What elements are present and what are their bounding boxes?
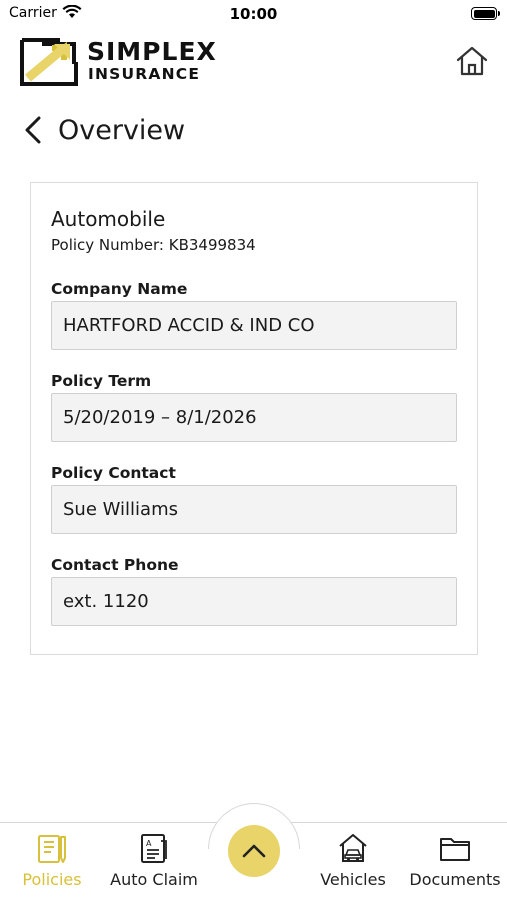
home-icon[interactable] (455, 44, 489, 78)
tab-bar: Policies A Auto Claim Vehicles Documents (0, 803, 507, 900)
company-name-value: HARTFORD ACCID & IND CO (51, 301, 457, 350)
logo-word-insurance: INSURANCE (88, 65, 201, 83)
simplex-logo: SIMPLEX INSURANCE (20, 38, 250, 88)
svg-text:A: A (146, 839, 152, 848)
logo-mark-icon (20, 38, 78, 86)
contact-phone-field: Contact Phone ext. 1120 (51, 555, 457, 626)
policies-icon (38, 835, 66, 863)
tab-policies[interactable]: Policies (2, 831, 102, 889)
tab-label: Vehicles (320, 870, 386, 889)
company-name-field: Company Name HARTFORD ACCID & IND CO (51, 279, 457, 350)
policy-term-field: Policy Term 5/20/2019 – 8/1/2026 (51, 371, 457, 442)
field-label: Contact Phone (51, 556, 179, 574)
field-label: Policy Contact (51, 464, 176, 482)
tab-label: Auto Claim (110, 870, 198, 889)
chevron-left-icon[interactable] (22, 115, 44, 145)
policy-contact-field: Policy Contact Sue Williams (51, 463, 457, 534)
tab-auto-claim[interactable]: A Auto Claim (104, 831, 204, 889)
policy-type: Automobile (51, 207, 166, 231)
vehicles-icon (339, 834, 367, 862)
expand-menu-button[interactable] (228, 825, 280, 877)
auto-claim-icon: A (141, 834, 167, 863)
tab-documents[interactable]: Documents (405, 831, 505, 889)
back-navigation[interactable]: Overview (22, 110, 185, 150)
field-label: Company Name (51, 280, 188, 298)
tab-vehicles[interactable]: Vehicles (303, 831, 403, 889)
contact-phone-value: ext. 1120 (51, 577, 457, 626)
policy-number: Policy Number: KB3499834 (51, 236, 256, 254)
status-bar: Carrier 10:00 (0, 0, 507, 28)
tab-label: Policies (22, 870, 82, 889)
policy-contact-value: Sue Williams (51, 485, 457, 534)
field-label: Policy Term (51, 372, 152, 390)
policy-card: Automobile Policy Number: KB3499834 Comp… (30, 182, 478, 655)
battery-icon (471, 7, 500, 20)
page-title: Overview (58, 114, 186, 146)
policy-term-value: 5/20/2019 – 8/1/2026 (51, 393, 457, 442)
tab-label: Documents (409, 870, 501, 889)
clock: 10:00 (229, 5, 278, 23)
chevron-up-icon (242, 844, 266, 858)
logo-word-simplex: SIMPLEX (87, 37, 217, 66)
documents-icon (440, 838, 470, 861)
